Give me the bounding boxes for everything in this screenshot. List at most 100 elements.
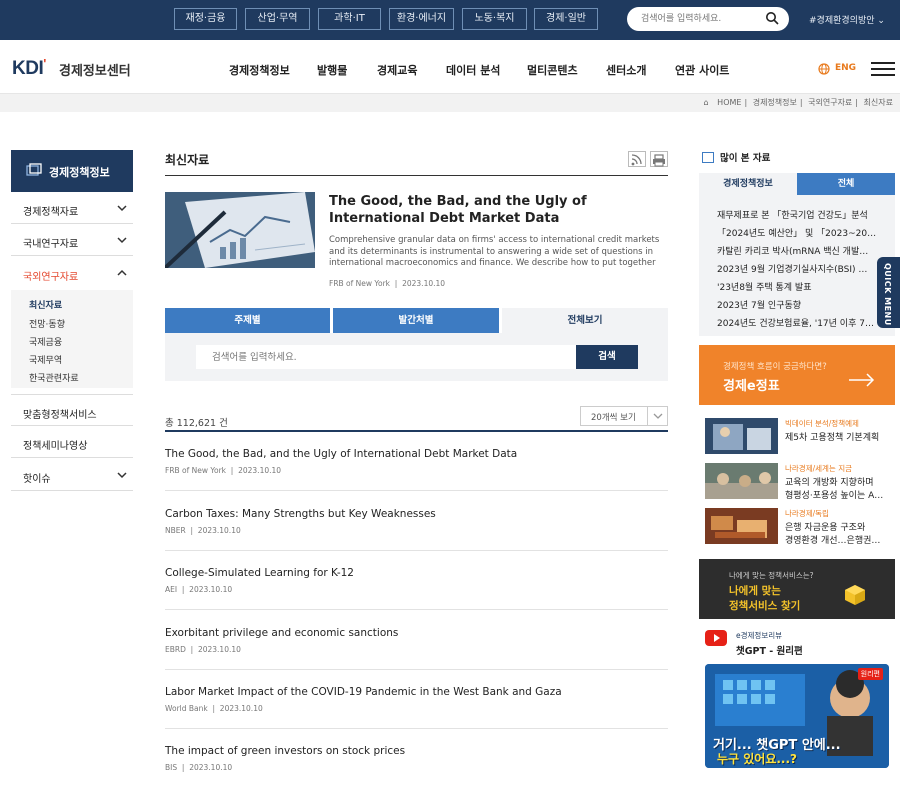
popular-item[interactable]: '23년8월 주택 통계 발표 <box>717 280 877 293</box>
popular-item[interactable]: 2023년 7월 인구동향 <box>717 298 877 311</box>
sidebar-title: 경제정책정보 <box>49 166 110 179</box>
submenu-outlook[interactable]: 전망·동향 <box>29 317 65 330</box>
featured-thumbnail[interactable] <box>165 192 315 268</box>
menu-education[interactable]: 경제교육 <box>377 62 417 78</box>
logo-mark: KDI' <box>12 56 46 79</box>
banner-title: 경제e정표 <box>723 379 780 394</box>
list-item[interactable]: College-Simulated Learning for K-12 AEI … <box>165 551 668 610</box>
search-icon[interactable] <box>765 11 779 25</box>
home-icon[interactable]: ⌂ <box>704 98 709 107</box>
submenu-korea[interactable]: 한국관련자료 <box>29 371 79 384</box>
banner-subtitle: 경제정책 흐름이 궁금하다면? <box>723 362 827 372</box>
list-item-title: Carbon Taxes: Many Strengths but Key Wea… <box>165 508 436 520</box>
menu-publications[interactable]: 발행물 <box>317 62 347 78</box>
sidebar-item-label: 국외연구자료 <box>23 272 79 283</box>
menu-multicontent[interactable]: 멀티콘텐츠 <box>527 62 578 78</box>
policy-service-banner[interactable]: 나에게 맞는 정책서비스는? 나에게 맞는 정책서비스 찾기 <box>699 559 895 619</box>
page-title: 최신자료 <box>165 153 210 167</box>
category-economy-button[interactable]: 경제·일반 <box>534 8 598 30</box>
menu-related-sites[interactable]: 연관 사이트 <box>675 62 729 78</box>
sidebar-item-custom-service[interactable]: 맞춤형정책서비스 <box>11 394 133 426</box>
rss-icon[interactable] <box>628 151 646 167</box>
tab-by-topic[interactable]: 주제별 <box>165 308 330 333</box>
chevron-up-icon <box>117 269 127 276</box>
video-title[interactable]: 챗GPT - 원리편 <box>736 643 803 657</box>
popular-item[interactable]: 2024년도 건강보험료율, '17년 이후 7… <box>717 316 877 329</box>
category-environment-button[interactable]: 환경·에너지 <box>389 8 454 30</box>
tab-popular-all[interactable]: 전체 <box>797 173 895 195</box>
quick-menu-button[interactable]: QUICK MENU <box>877 257 900 328</box>
language-toggle[interactable]: ENG <box>835 63 856 73</box>
breadcrumb-home[interactable]: HOME <box>717 98 741 107</box>
chevron-down-icon <box>117 237 127 244</box>
top-search-box <box>627 7 789 31</box>
print-icon[interactable] <box>650 151 668 167</box>
sidebar-item-label: 경제정책자료 <box>23 207 79 218</box>
video-channel: e경제정보리뷰 <box>736 631 783 640</box>
popular-item[interactable]: 「2024년도 예산안」 및 「2023~2027 … <box>717 226 877 239</box>
tab-popular-policy[interactable]: 경제정책정보 <box>699 173 797 195</box>
category-industry-button[interactable]: 산업·무역 <box>245 8 310 30</box>
list-item[interactable]: The Good, the Bad, and the Ugly of Inter… <box>165 432 668 491</box>
tab-view-all[interactable]: 전체보기 <box>502 308 668 333</box>
list-item-title: College-Simulated Learning for K-12 <box>165 567 354 579</box>
hashtag-dropdown[interactable]: #경제환경의방안 ⌄ <box>809 13 885 26</box>
news-card[interactable]: 빅데이터 분석/정책예제 제5차 고용정책 기본계획 <box>705 418 895 456</box>
indicator-banner[interactable]: 경제정책 흐름이 궁금하다면? 경제e정표 <box>699 345 895 405</box>
list-item-meta: World Bank | 2023.10.10 <box>165 704 263 713</box>
category-finance-button[interactable]: 재정·금융 <box>174 8 237 30</box>
list-item[interactable]: Labor Market Impact of the COVID-19 Pand… <box>165 670 668 729</box>
sidebar-item-domestic[interactable]: 국내연구자료 <box>11 224 133 256</box>
list-search-input[interactable] <box>196 345 576 369</box>
news-thumbnail <box>705 508 778 544</box>
folder-icon <box>26 163 42 176</box>
popular-item[interactable]: 카탈린 카리코 박사(mRNA 백신 개발… <box>717 244 877 257</box>
breadcrumb-current: 최신자료 <box>863 98 893 107</box>
menu-policy-info[interactable]: 경제정책정보 <box>229 62 290 78</box>
sidebar-submenu: 최신자료 전망·동향 국제금융 국제무역 한국관련자료 <box>11 290 133 388</box>
popular-item[interactable]: 2023년 9월 기업경기실사지수(BSI) … <box>717 262 877 275</box>
tab-by-publisher[interactable]: 발간처별 <box>333 308 499 333</box>
news-category: 빅데이터 분석/정책예제 <box>785 419 859 428</box>
top-search-input[interactable] <box>641 11 761 27</box>
news-card[interactable]: 나라경제/독립 은행 자금운용 구조와 경영환경 개선…은행권… <box>705 508 895 546</box>
category-science-button[interactable]: 과학·IT <box>318 8 381 30</box>
sidebar-item-seminar[interactable]: 정책세미나영상 <box>11 426 133 458</box>
submenu-int-finance[interactable]: 국제금융 <box>29 335 62 348</box>
menu-about[interactable]: 센터소개 <box>606 62 646 78</box>
main-header: KDI' 경제정보센터 경제정책정보 발행물 경제교육 데이터 분석 멀티콘텐츠… <box>0 40 900 94</box>
news-card[interactable]: 나라경제/세계는 지금 교육의 개방화 지향하며 형평성·포용성 높이는 A… <box>705 463 895 501</box>
hamburger-menu-icon[interactable] <box>871 62 895 76</box>
chevron-down-icon <box>117 205 127 212</box>
total-count: 총 112,621 건 <box>165 418 228 429</box>
submenu-latest[interactable]: 최신자료 <box>29 298 62 311</box>
list-item[interactable]: Carbon Taxes: Many Strengths but Key Wea… <box>165 492 668 551</box>
sidebar-item-hot-issue[interactable]: 핫이슈 <box>11 459 133 491</box>
submenu-int-trade[interactable]: 국제무역 <box>29 353 62 366</box>
list-item-title: Labor Market Impact of the COVID-19 Pand… <box>165 686 562 698</box>
sidebar-item-label: 맞춤형정책서비스 <box>23 410 97 421</box>
list-item-meta: BIS | 2023.10.10 <box>165 763 233 772</box>
featured-title[interactable]: The Good, the Bad, and the Ugly of Inter… <box>329 193 663 227</box>
menu-data-analysis[interactable]: 데이터 분석 <box>446 62 500 78</box>
service-subtitle: 나에게 맞는 정책서비스는? <box>729 571 814 580</box>
news-title: 제5차 고용정책 기본계획 <box>785 433 880 443</box>
list-item[interactable]: Exorbitant privilege and economic sancti… <box>165 611 668 670</box>
list-icon <box>702 152 714 163</box>
video-thumbnail[interactable]: 원리편 거기... 챗GPT 안에... 누구 있어요...? <box>705 664 889 768</box>
chevron-down-icon <box>647 407 667 425</box>
popular-item[interactable]: 재무제표로 본 「한국기업 건강도」분석 <box>717 208 877 221</box>
youtube-icon[interactable] <box>705 630 727 646</box>
search-button[interactable]: 검색 <box>576 345 638 369</box>
sidebar-item-foreign[interactable]: 국외연구자료 <box>11 257 133 289</box>
list-item[interactable]: The impact of green investors on stock p… <box>165 729 668 788</box>
list-search-box: 검색 <box>165 333 668 381</box>
breadcrumb-foreign[interactable]: 국외연구자료 <box>808 98 852 107</box>
per-page-select[interactable]: 20개씩 보기 <box>580 406 668 426</box>
hashtag-label: #경제환경의방안 <box>809 16 875 26</box>
news-thumbnail <box>705 418 778 454</box>
breadcrumb-policy[interactable]: 경제정책정보 <box>753 98 797 107</box>
arrow-right-icon <box>849 373 875 387</box>
category-labor-button[interactable]: 노동·복지 <box>462 8 527 30</box>
sidebar-item-policy-data[interactable]: 경제정책자료 <box>11 192 133 224</box>
